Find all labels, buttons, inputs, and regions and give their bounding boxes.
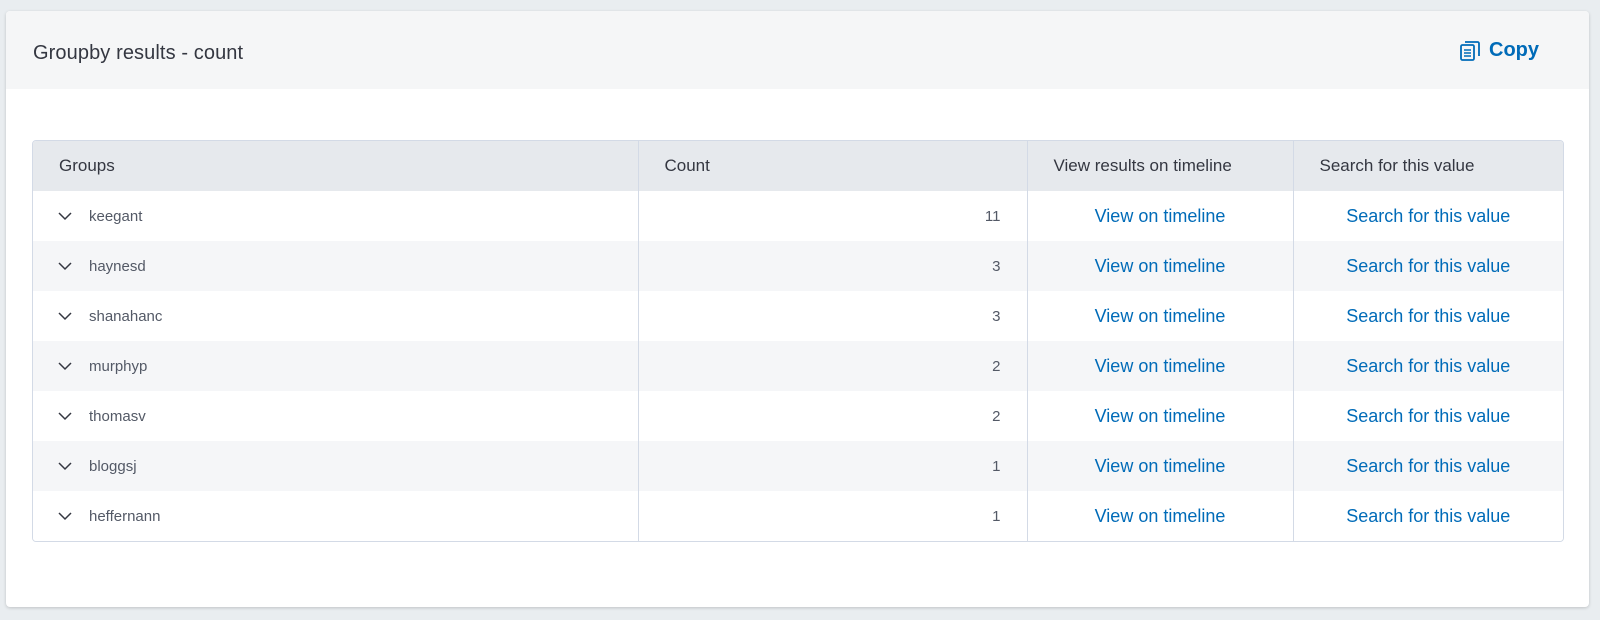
view-cell: View on timeline bbox=[1027, 491, 1294, 541]
view-on-timeline-link[interactable]: View on timeline bbox=[1095, 406, 1226, 426]
group-name: shanahanc bbox=[89, 307, 163, 325]
chevron-down-icon[interactable] bbox=[57, 308, 73, 324]
view-cell: View on timeline bbox=[1027, 391, 1294, 441]
view-on-timeline-link[interactable]: View on timeline bbox=[1095, 206, 1226, 226]
view-on-timeline-link[interactable]: View on timeline bbox=[1095, 356, 1226, 376]
table-row: keegant 11 View on timeline Search for t… bbox=[33, 191, 1563, 241]
table-header-row: Groups Count View results on timeline Se… bbox=[33, 141, 1563, 191]
table-row: thomasv 2 View on timeline Search for th… bbox=[33, 391, 1563, 441]
table-row: haynesd 3 View on timeline Search for th… bbox=[33, 241, 1563, 291]
group-cell: bloggsj bbox=[33, 441, 639, 491]
view-on-timeline-link[interactable]: View on timeline bbox=[1095, 256, 1226, 276]
group-cell: shanahanc bbox=[33, 291, 639, 341]
search-for-value-link[interactable]: Search for this value bbox=[1346, 206, 1510, 226]
groupby-results-panel: Groupby results - count Copy Groups Coun… bbox=[6, 11, 1589, 607]
group-name: heffernann bbox=[89, 507, 161, 525]
search-cell: Search for this value bbox=[1293, 191, 1563, 241]
search-cell: Search for this value bbox=[1293, 341, 1563, 391]
table-row: murphyp 2 View on timeline Search for th… bbox=[33, 341, 1563, 391]
header-view-on-timeline: View results on timeline bbox=[1027, 141, 1294, 191]
search-for-value-link[interactable]: Search for this value bbox=[1346, 256, 1510, 276]
search-cell: Search for this value bbox=[1293, 291, 1563, 341]
view-on-timeline-link[interactable]: View on timeline bbox=[1095, 506, 1226, 526]
group-cell: haynesd bbox=[33, 241, 639, 291]
group-name: haynesd bbox=[89, 257, 146, 275]
view-cell: View on timeline bbox=[1027, 191, 1294, 241]
header-search-for-value: Search for this value bbox=[1293, 141, 1563, 191]
search-cell: Search for this value bbox=[1293, 241, 1563, 291]
count-value: 2 bbox=[638, 341, 1028, 391]
search-for-value-link[interactable]: Search for this value bbox=[1346, 506, 1510, 526]
table-row: bloggsj 1 View on timeline Search for th… bbox=[33, 441, 1563, 491]
table-row: shanahanc 3 View on timeline Search for … bbox=[33, 291, 1563, 341]
count-value: 3 bbox=[638, 241, 1028, 291]
copy-button[interactable]: Copy bbox=[1459, 39, 1539, 62]
group-cell: keegant bbox=[33, 191, 639, 241]
chevron-down-icon[interactable] bbox=[57, 458, 73, 474]
chevron-down-icon[interactable] bbox=[57, 508, 73, 524]
search-for-value-link[interactable]: Search for this value bbox=[1346, 456, 1510, 476]
group-name: murphyp bbox=[89, 357, 148, 375]
search-for-value-link[interactable]: Search for this value bbox=[1346, 356, 1510, 376]
group-cell: thomasv bbox=[33, 391, 639, 441]
results-table: Groups Count View results on timeline Se… bbox=[32, 140, 1564, 542]
count-value: 1 bbox=[638, 491, 1028, 541]
search-cell: Search for this value bbox=[1293, 441, 1563, 491]
header-groups: Groups bbox=[33, 141, 639, 191]
chevron-down-icon[interactable] bbox=[57, 208, 73, 224]
search-cell: Search for this value bbox=[1293, 491, 1563, 541]
view-cell: View on timeline bbox=[1027, 291, 1294, 341]
view-on-timeline-link[interactable]: View on timeline bbox=[1095, 456, 1226, 476]
group-name: keegant bbox=[89, 207, 143, 225]
group-cell: murphyp bbox=[33, 341, 639, 391]
group-name: bloggsj bbox=[89, 457, 137, 475]
view-cell: View on timeline bbox=[1027, 441, 1294, 491]
view-cell: View on timeline bbox=[1027, 241, 1294, 291]
copy-icon bbox=[1460, 40, 1480, 61]
search-for-value-link[interactable]: Search for this value bbox=[1346, 306, 1510, 326]
group-name: thomasv bbox=[89, 407, 146, 425]
header-count: Count bbox=[638, 141, 1028, 191]
panel-title: Groupby results - count bbox=[33, 42, 244, 64]
table-row: heffernann 1 View on timeline Search for… bbox=[33, 491, 1563, 541]
view-cell: View on timeline bbox=[1027, 341, 1294, 391]
count-value: 3 bbox=[638, 291, 1028, 341]
chevron-down-icon[interactable] bbox=[57, 358, 73, 374]
search-for-value-link[interactable]: Search for this value bbox=[1346, 406, 1510, 426]
chevron-down-icon[interactable] bbox=[57, 408, 73, 424]
group-cell: heffernann bbox=[33, 491, 639, 541]
count-value: 1 bbox=[638, 441, 1028, 491]
view-on-timeline-link[interactable]: View on timeline bbox=[1095, 306, 1226, 326]
copy-button-label: Copy bbox=[1489, 39, 1539, 61]
count-value: 11 bbox=[638, 191, 1028, 241]
search-cell: Search for this value bbox=[1293, 391, 1563, 441]
panel-header: Groupby results - count Copy bbox=[6, 11, 1589, 89]
chevron-down-icon[interactable] bbox=[57, 258, 73, 274]
count-value: 2 bbox=[638, 391, 1028, 441]
